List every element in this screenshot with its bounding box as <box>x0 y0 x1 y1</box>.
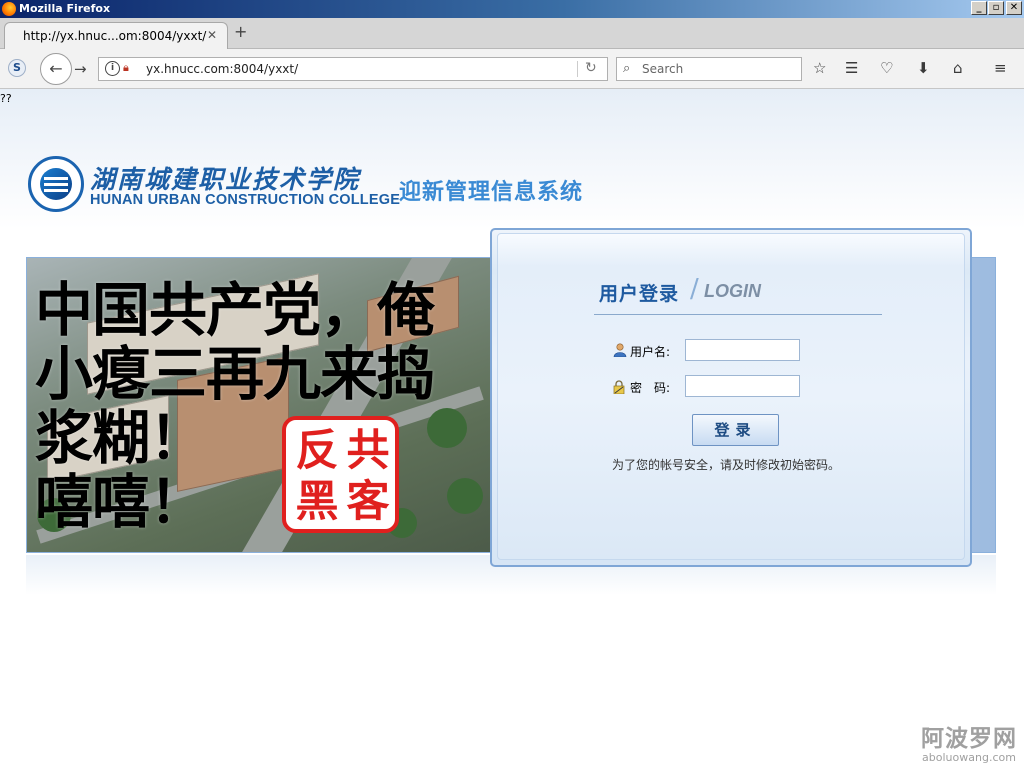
close-window-button[interactable]: ✕ <box>1006 1 1022 15</box>
search-placeholder[interactable]: Search <box>642 62 683 76</box>
seal-char: 客 <box>346 477 390 527</box>
tab-label: http://yx.hnuc...om:8004/yxxt/ <box>23 29 207 43</box>
maximize-button[interactable]: ▫ <box>988 1 1004 15</box>
back-button[interactable]: ← <box>40 53 72 85</box>
password-hint: 为了您的帐号安全，请及时修改初始密码。 <box>612 458 841 472</box>
navigation-toolbar: S ← → i 🔒︎ yx.hnucc.com:8004/yxxt/ ↻ ⌕ S… <box>0 49 1024 89</box>
search-icon: ⌕ <box>623 61 631 76</box>
college-emblem-icon <box>28 156 84 212</box>
reload-icon[interactable]: ↻ <box>585 60 597 76</box>
reading-list-icon[interactable]: ☰ <box>845 59 858 77</box>
window-titlebar: Mozilla Firefox _ ▫ ✕ <box>0 0 1024 18</box>
search-box[interactable]: ⌕ Search <box>616 57 802 81</box>
seal-char: 共 <box>346 426 390 476</box>
url-separator <box>577 61 578 77</box>
tab-close-icon[interactable]: ✕ <box>207 28 217 42</box>
login-title: 用户登录 <box>599 283 680 305</box>
tab-active[interactable]: http://yx.hnuc...om:8004/yxxt/ ✕ <box>4 22 228 50</box>
login-title-en: LOGIN <box>704 281 761 301</box>
menu-icon[interactable]: ≡ <box>994 59 1007 77</box>
user-icon <box>613 343 627 357</box>
window-title: Mozilla Firefox <box>19 2 111 15</box>
password-lock-icon <box>613 380 625 394</box>
minimize-button[interactable]: _ <box>971 1 987 15</box>
college-name-en: HUNAN URBAN CONSTRUCTION COLLEGE <box>90 192 401 208</box>
password-label: 密 码: <box>630 381 671 395</box>
url-text[interactable]: yx.hnucc.com:8004/yxxt/ <box>146 62 298 76</box>
url-bar[interactable]: i 🔒︎ yx.hnucc.com:8004/yxxt/ ↻ <box>98 57 608 81</box>
site-info-icon[interactable]: i <box>105 61 120 76</box>
username-input[interactable] <box>685 339 800 361</box>
college-name-cn: 湖南城建职业技术学院 <box>90 165 361 194</box>
watermark-cn: 阿波罗网 <box>921 726 1017 752</box>
firefox-logo-icon <box>2 2 16 16</box>
login-underline <box>594 314 882 315</box>
login-panel: 用户登录 / LOGIN 用户名: 密 码: 登录 为了您的帐号安全，请及时修改… <box>490 228 972 567</box>
password-input[interactable] <box>685 375 800 397</box>
sync-icon[interactable]: S <box>8 59 26 77</box>
forward-button[interactable]: → <box>74 60 87 78</box>
login-button[interactable]: 登录 <box>692 414 779 446</box>
bookmark-star-icon[interactable]: ☆ <box>813 59 826 77</box>
login-title-divider: / <box>690 274 699 304</box>
system-title: 迎新管理信息系统 <box>399 180 584 205</box>
login-panel-inner: 用户登录 / LOGIN 用户名: 密 码: 登录 为了您的帐号安全，请及时修改… <box>497 233 965 560</box>
broken-characters: ?? <box>0 92 12 105</box>
watermark: 阿波罗网 aboluowang.com <box>921 719 1017 764</box>
tab-strip: http://yx.hnuc...om:8004/yxxt/ ✕ <box>0 18 1024 50</box>
download-icon[interactable]: ⬇ <box>917 59 930 77</box>
campus-aerial-image: 中国共产党，俺 小瘪三再九来捣 浆糊！ 嘻嘻！ 反 共 黑 客 <box>27 258 493 552</box>
pocket-icon[interactable]: ♡ <box>880 59 893 77</box>
header-background <box>0 89 1024 229</box>
watermark-en: aboluowang.com <box>922 751 1016 764</box>
home-icon[interactable]: ⌂ <box>953 59 963 77</box>
username-label: 用户名: <box>630 345 671 359</box>
page-content: ?? 湖南城建职业技术学院 HUNAN URBAN CONSTRUCTION C… <box>0 89 1024 768</box>
seal-stamp: 反 共 黑 客 <box>282 416 399 533</box>
insecure-lock-icon[interactable]: 🔒︎ <box>123 61 129 75</box>
seal-char: 黑 <box>295 477 339 527</box>
new-tab-button[interactable]: + <box>234 22 247 41</box>
seal-char: 反 <box>295 426 339 476</box>
